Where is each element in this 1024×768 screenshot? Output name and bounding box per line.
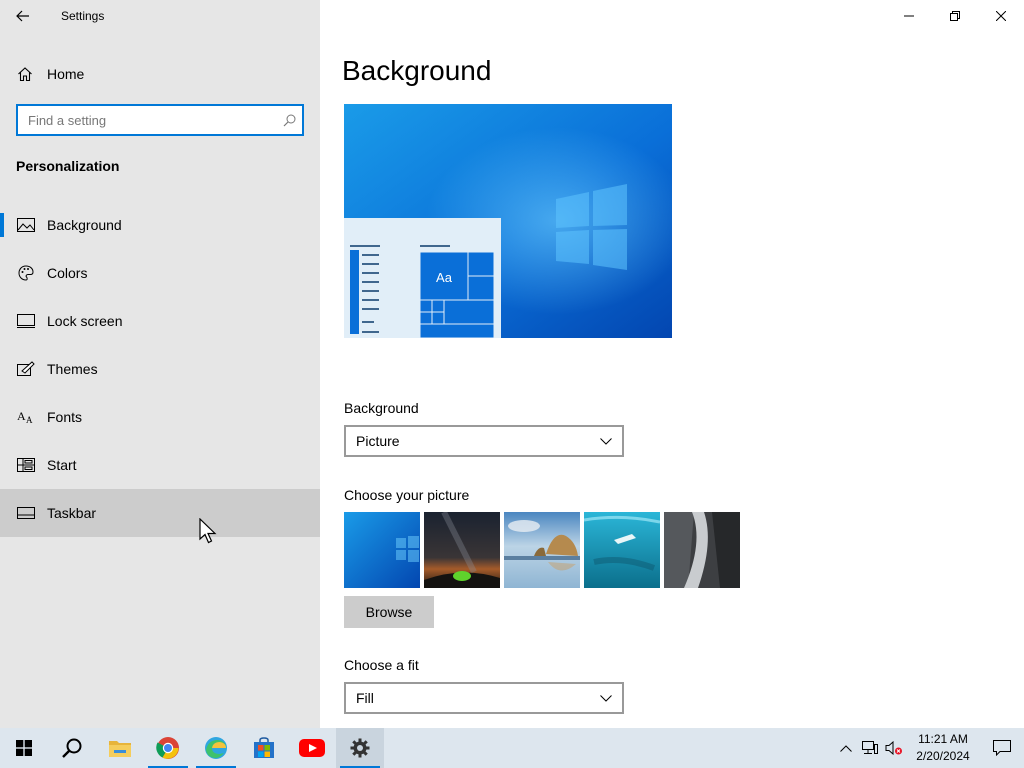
minimize-icon	[904, 15, 914, 17]
picture-thumbnail-beach[interactable]	[504, 512, 580, 588]
title-bar: Settings	[0, 0, 320, 32]
search-input[interactable]	[18, 106, 276, 134]
personalization-nav: Background Colors Lock screen Themes AA …	[0, 201, 320, 537]
sidebar: Settings Home Personalization Background…	[0, 0, 320, 728]
network-icon	[862, 741, 878, 754]
chrome-icon	[156, 737, 179, 759]
svg-text:A: A	[17, 410, 26, 423]
sidebar-item-themes[interactable]: Themes	[0, 345, 320, 393]
taskbar-chrome[interactable]	[144, 728, 192, 768]
clock-time: 11:21 AM	[918, 732, 968, 746]
themes-icon	[16, 361, 36, 377]
background-preview: Aa	[344, 104, 672, 338]
picture-thumbnail-night-sky[interactable]	[424, 512, 500, 588]
taskbar-edge[interactable]	[192, 728, 240, 768]
main-content: Background Aa Background Picture Choose …	[320, 0, 1024, 728]
restore-button[interactable]	[932, 0, 978, 32]
home-icon	[16, 66, 34, 82]
sidebar-item-label: Background	[47, 217, 122, 233]
chevron-down-icon	[600, 437, 612, 445]
taskbar: 11:21 AM 2/20/2024	[0, 728, 1024, 768]
lock-screen-icon	[16, 314, 36, 328]
sidebar-item-label: Colors	[47, 265, 88, 281]
background-dropdown-value: Picture	[356, 433, 400, 449]
taskbar-file-explorer[interactable]	[96, 728, 144, 768]
action-center-button[interactable]	[980, 728, 1024, 768]
chevron-down-icon	[600, 694, 612, 702]
search-icon	[62, 738, 82, 758]
edge-icon	[205, 737, 227, 759]
youtube-icon	[299, 739, 325, 757]
taskbar-settings[interactable]	[336, 728, 384, 768]
minimize-button[interactable]	[886, 0, 932, 32]
fit-dropdown-value: Fill	[356, 690, 374, 706]
store-icon	[254, 737, 274, 758]
picture-thumbnails	[344, 512, 740, 588]
mouse-cursor	[199, 517, 219, 551]
choose-fit-label: Choose a fit	[344, 657, 419, 673]
home-label: Home	[47, 66, 85, 82]
svg-text:A: A	[26, 415, 33, 424]
window-controls	[886, 0, 1024, 32]
start-icon	[16, 458, 36, 472]
notification-icon	[993, 740, 1011, 756]
taskbar-search-button[interactable]	[48, 728, 96, 768]
choose-picture-label: Choose your picture	[344, 487, 470, 503]
clock-date: 2/20/2024	[916, 749, 970, 763]
preview-tile-text: Aa	[436, 270, 453, 285]
palette-icon	[16, 265, 36, 281]
section-title: Personalization	[16, 158, 120, 174]
sidebar-item-background[interactable]: Background	[0, 201, 320, 249]
close-button[interactable]	[978, 0, 1024, 32]
network-button[interactable]	[858, 728, 882, 768]
restore-icon	[950, 11, 960, 21]
taskbar-youtube[interactable]	[288, 728, 336, 768]
picture-thumbnail-windows-blue[interactable]	[344, 512, 420, 588]
windows-logo-icon	[16, 740, 32, 756]
taskbar-icon	[16, 507, 36, 519]
show-hidden-icons-button[interactable]	[834, 728, 858, 768]
close-icon	[996, 11, 1006, 21]
back-button[interactable]	[0, 0, 46, 32]
background-dropdown[interactable]: Picture	[344, 425, 624, 457]
fonts-icon: AA	[16, 410, 36, 424]
picture-thumbnail-waterfall[interactable]	[664, 512, 740, 588]
volume-muted-icon	[885, 741, 902, 755]
sidebar-item-label: Fonts	[47, 409, 83, 425]
volume-button[interactable]	[882, 728, 906, 768]
clock[interactable]: 11:21 AM 2/20/2024	[906, 731, 980, 765]
search-icon[interactable]	[276, 114, 302, 127]
background-label: Background	[344, 400, 419, 416]
sidebar-item-start[interactable]: Start	[0, 441, 320, 489]
sidebar-item-label: Start	[47, 457, 77, 473]
app-title: Settings	[61, 9, 105, 23]
settings-gear-icon	[350, 738, 370, 758]
sidebar-item-lock-screen[interactable]: Lock screen	[0, 297, 320, 345]
browse-button[interactable]: Browse	[344, 596, 434, 628]
start-button[interactable]	[0, 728, 48, 768]
file-explorer-icon	[109, 741, 131, 757]
sidebar-item-fonts[interactable]: AA Fonts	[0, 393, 320, 441]
search-box[interactable]	[16, 104, 304, 136]
sidebar-item-taskbar[interactable]: Taskbar	[0, 489, 320, 537]
back-arrow-icon	[16, 10, 29, 22]
picture-icon	[16, 218, 36, 232]
chevron-up-icon	[840, 744, 852, 752]
system-tray: 11:21 AM 2/20/2024	[834, 728, 1024, 768]
picture-thumbnail-underwater[interactable]	[584, 512, 660, 588]
page-title: Background	[342, 55, 492, 86]
sidebar-item-label: Taskbar	[47, 505, 97, 521]
home-nav-item[interactable]: Home	[0, 56, 320, 92]
fit-dropdown[interactable]: Fill	[344, 682, 624, 714]
sidebar-item-colors[interactable]: Colors	[0, 249, 320, 297]
sidebar-item-label: Themes	[47, 361, 98, 377]
taskbar-store[interactable]	[240, 728, 288, 768]
sidebar-item-label: Lock screen	[47, 313, 123, 329]
